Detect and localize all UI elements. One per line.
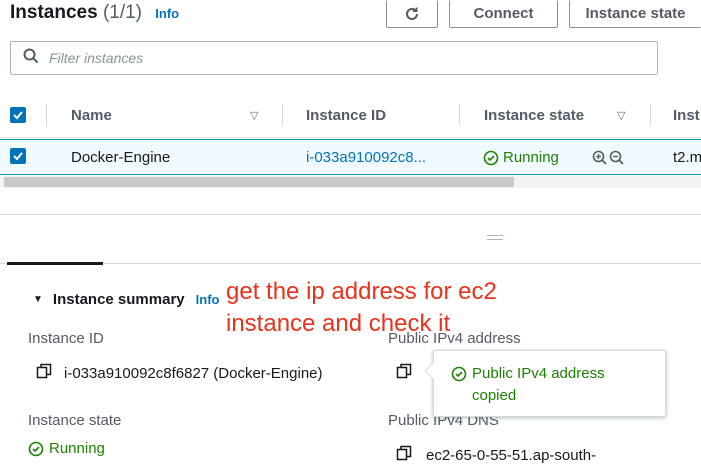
info-link[interactable]: Info [155, 6, 179, 21]
public-ipv4-copy[interactable] [396, 363, 412, 383]
instance-state-label: Instance state [28, 412, 122, 429]
summary-info-link[interactable]: Info [196, 292, 220, 307]
zoom-controls [592, 150, 625, 166]
sort-down-icon[interactable]: ▽ [617, 109, 625, 122]
row-checkbox[interactable] [10, 148, 26, 164]
instance-summary-title: Instance summary [52, 291, 185, 308]
instance-id-link[interactable]: i-033a910092c8... [306, 149, 426, 166]
sort-down-icon[interactable]: ▽ [250, 109, 258, 122]
popover-message: Public IPv4 address copied [472, 365, 605, 404]
caret-down-icon[interactable]: ▼ [33, 294, 43, 305]
instance-type-cell: t2.m [673, 149, 701, 166]
instance-state-cell: Running [483, 149, 559, 166]
annotation-text: get the ip address for ec2 instance and … [226, 276, 497, 340]
success-icon [483, 150, 499, 165]
instance-name-cell: Docker-Engine [71, 149, 171, 166]
page-title-text: Instances [10, 2, 98, 23]
success-icon [28, 441, 44, 456]
tab-bar-line [0, 263, 701, 264]
filter-instances-field[interactable] [10, 41, 658, 75]
split-divider [0, 214, 701, 215]
public-dns-text: ec2-65-0-55-51.ap-south- [426, 446, 597, 464]
resize-handle-icon[interactable] [487, 235, 503, 240]
active-tab-indicator [7, 262, 103, 265]
zoom-out-icon[interactable] [609, 150, 625, 166]
column-separator [650, 104, 651, 126]
horizontal-scrollbar[interactable] [4, 177, 514, 187]
column-separator [282, 104, 283, 126]
instance-state-value: Running [503, 149, 559, 166]
zoom-in-icon[interactable] [592, 150, 608, 166]
column-header-name[interactable]: Name [71, 107, 112, 124]
annotation-line-2: instance and check it [226, 310, 451, 337]
checkmark-icon [13, 152, 23, 161]
column-header-instance-id[interactable]: Instance ID [306, 107, 386, 124]
search-input[interactable] [49, 50, 609, 66]
annotation-line-1: get the ip address for ec2 [226, 278, 497, 305]
popover-arrow [424, 362, 442, 380]
success-icon [451, 366, 467, 382]
table-header: Name ▽ Instance ID Instance state ▽ Inst [0, 92, 701, 138]
instance-state-button[interactable]: Instance state [569, 0, 701, 28]
public-dns-value: ec2-65-0-55-51.ap-south- [396, 445, 596, 465]
column-header-instance-type[interactable]: Inst [673, 107, 700, 124]
select-all-checkbox[interactable] [10, 107, 26, 123]
instance-summary-header[interactable]: ▼ Instance summary Info [33, 291, 219, 308]
instance-state-detail-text: Running [49, 440, 105, 457]
column-separator [46, 104, 47, 126]
instance-state-detail: Running [28, 440, 105, 457]
refresh-icon [403, 5, 421, 23]
copy-icon[interactable] [396, 363, 412, 383]
column-separator [459, 104, 460, 126]
page-title: Instances (1/1) Info [10, 2, 179, 24]
search-icon [23, 48, 39, 69]
instance-id-value: i-033a910092c8f6827 (Docker-Engine) [36, 363, 323, 383]
checkmark-icon [13, 111, 23, 120]
copied-popover: Public IPv4 address copied [424, 350, 666, 417]
column-header-instance-state[interactable]: Instance state [484, 107, 584, 124]
copy-icon[interactable] [36, 363, 52, 383]
instance-id-label: Instance ID [28, 330, 104, 347]
table-row[interactable]: Docker-Engine i-033a910092c8... Running … [0, 139, 701, 175]
copy-icon[interactable] [396, 445, 412, 465]
instance-id-text: i-033a910092c8f6827 (Docker-Engine) [64, 364, 323, 382]
refresh-button[interactable] [386, 0, 438, 28]
instance-count: (1/1) [102, 2, 143, 23]
connect-button[interactable]: Connect [449, 0, 558, 28]
